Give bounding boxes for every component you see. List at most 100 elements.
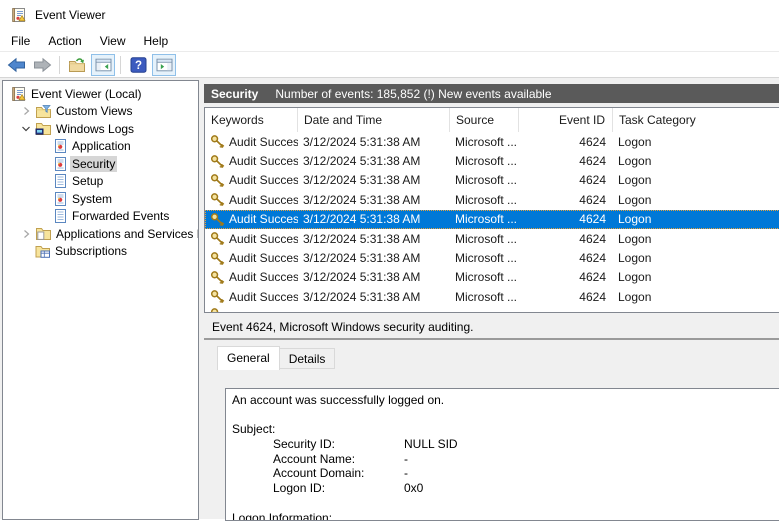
event-id-cell: 4624	[519, 270, 613, 284]
export-button[interactable]	[65, 54, 89, 76]
log-red-icon	[53, 138, 68, 154]
event-id-cell: 4624	[519, 232, 613, 246]
source-cell: Microsoft ...	[450, 290, 519, 304]
sidebar-item-event-viewer-local[interactable]: Event Viewer (Local)	[3, 85, 198, 103]
preview-title-bar: Event 4624, Microsoft Windows security a…	[204, 316, 779, 340]
forward-button[interactable]	[30, 54, 54, 76]
spacer-line	[232, 496, 774, 511]
event-description: An account was successfully logged on.	[232, 393, 774, 408]
tab-details[interactable]: Details	[280, 348, 336, 369]
sidebar-item-security[interactable]: Security	[3, 155, 198, 173]
table-row[interactable]: Audit Success3/12/2024 5:31:38 AMMicroso…	[205, 190, 779, 209]
tree-chevron[interactable]	[19, 123, 32, 135]
date-time-cell: 3/12/2024 5:31:38 AM	[298, 135, 450, 149]
field-value: NULL SID	[404, 437, 458, 452]
tree-item-label: Setup	[72, 174, 103, 188]
menu-file[interactable]: File	[2, 31, 39, 51]
sidebar-item-applications-and-services-lo[interactable]: Applications and Services Lo	[3, 225, 198, 243]
table-row[interactable]: Audit Success3/12/2024 5:31:38 AMMicroso…	[205, 171, 779, 190]
column-header-keywords[interactable]: Keywords	[205, 108, 298, 132]
event-viewer-app-icon	[11, 7, 27, 23]
subject-field: Security ID:NULL SID	[232, 437, 774, 452]
event-id-cell: 4624	[519, 251, 613, 265]
keywords-cell: Audit Success	[229, 290, 298, 304]
folder-logs-icon	[35, 121, 52, 136]
table-row[interactable]: Audit Success3/12/2024 5:31:38 AMMicroso…	[205, 248, 779, 267]
event-id-cell: 4624	[519, 193, 613, 207]
sidebar-item-setup[interactable]: Setup	[3, 173, 198, 191]
keywords-cell: Audit Success	[229, 135, 298, 149]
key-icon	[210, 289, 225, 304]
tab-general[interactable]: General	[217, 346, 280, 370]
event-rows: Audit Success3/12/2024 5:31:38 AMMicroso…	[205, 132, 779, 313]
sidebar-item-forwarded-events[interactable]: Forwarded Events	[3, 208, 198, 226]
table-row-clipped[interactable]	[205, 307, 779, 313]
table-row[interactable]: Audit Success3/12/2024 5:31:38 AMMicroso…	[205, 210, 779, 229]
event-id-cell: 4624	[519, 135, 613, 149]
date-time-cell: 3/12/2024 5:31:38 AM	[298, 290, 450, 304]
log-name: Security	[211, 87, 258, 101]
tree-item-label: Event Viewer (Local)	[31, 87, 142, 101]
field-value: -	[404, 452, 408, 467]
keywords-cell: Audit Success	[229, 251, 298, 265]
tree-chevron[interactable]	[19, 228, 32, 240]
window-title: Event Viewer	[35, 8, 105, 22]
tree-chevron[interactable]	[19, 105, 32, 117]
source-cell: Microsoft ...	[450, 212, 519, 226]
task-category-cell: Logon	[613, 173, 779, 187]
help-button[interactable]: ?	[126, 54, 150, 76]
back-button[interactable]	[4, 54, 28, 76]
column-header-date-and-time[interactable]: Date and Time	[298, 108, 450, 132]
event-viewer-icon	[11, 86, 27, 102]
tree-item-label: Application	[72, 139, 131, 153]
task-category-cell: Logon	[613, 270, 779, 284]
log-plain-icon	[53, 173, 68, 189]
tree-item-label: Applications and Services Lo	[56, 227, 199, 241]
task-category-cell: Logon	[613, 290, 779, 304]
key-icon	[210, 231, 225, 246]
tree-item-label: Security	[70, 156, 117, 172]
task-category-cell: Logon	[613, 232, 779, 246]
sidebar-item-custom-views[interactable]: Custom Views	[3, 103, 198, 121]
sidebar-item-application[interactable]: Application	[3, 138, 198, 156]
general-tab-content[interactable]: An account was successfully logged on.Su…	[225, 388, 779, 521]
column-header-event-id[interactable]: Event ID	[519, 108, 613, 132]
table-row[interactable]: Audit Success3/12/2024 5:31:38 AMMicroso…	[205, 229, 779, 248]
subject-field: Logon ID:0x0	[232, 481, 774, 496]
tab-strip: GeneralDetails	[217, 346, 779, 369]
tree-item-label: Subscriptions	[55, 244, 127, 258]
date-time-cell: 3/12/2024 5:31:38 AM	[298, 212, 450, 226]
main-panel: Security Number of events: 185,852 (!) N…	[204, 78, 779, 519]
result-pane-header: Security Number of events: 185,852 (!) N…	[204, 84, 779, 103]
event-list: KeywordsDate and TimeSourceEvent IDTask …	[204, 107, 779, 313]
column-header-task-category[interactable]: Task Category	[613, 108, 779, 132]
sidebar-item-windows-logs[interactable]: Windows Logs	[3, 120, 198, 138]
folder-apps-icon	[35, 226, 52, 241]
table-row[interactable]: Audit Success3/12/2024 5:31:38 AMMicroso…	[205, 287, 779, 306]
column-header-source[interactable]: Source	[450, 108, 519, 132]
source-cell: Microsoft ...	[450, 251, 519, 265]
key-icon	[210, 270, 225, 285]
sidebar-item-subscriptions[interactable]: Subscriptions	[3, 243, 198, 261]
event-id-cell: 4624	[519, 290, 613, 304]
date-time-cell: 3/12/2024 5:31:38 AM	[298, 251, 450, 265]
menu-help[interactable]: Help	[135, 31, 178, 51]
task-category-cell: Logon	[613, 251, 779, 265]
action-pane-toggle-icon	[156, 58, 173, 72]
sidebar-item-system[interactable]: System	[3, 190, 198, 208]
table-row[interactable]: Audit Success3/12/2024 5:31:38 AMMicroso…	[205, 151, 779, 170]
menu-view[interactable]: View	[91, 31, 135, 51]
show-action-pane-button[interactable]	[152, 54, 176, 76]
table-row[interactable]: Audit Success3/12/2024 5:31:38 AMMicroso…	[205, 132, 779, 151]
table-row[interactable]: Audit Success3/12/2024 5:31:38 AMMicroso…	[205, 268, 779, 287]
menu-action[interactable]: Action	[39, 31, 90, 51]
event-count-status: Number of events: 185,852 (!) New events…	[275, 87, 551, 101]
spacer-line	[232, 408, 774, 423]
menu-bar: FileActionViewHelp	[0, 30, 779, 52]
console-tree: Event Viewer (Local) Custom ViewsWindows …	[2, 80, 199, 520]
show-console-tree-button[interactable]	[91, 54, 115, 76]
source-cell: Microsoft ...	[450, 270, 519, 284]
field-value: -	[404, 466, 408, 481]
toolbar-separator	[120, 56, 121, 74]
source-cell: Microsoft ...	[450, 173, 519, 187]
